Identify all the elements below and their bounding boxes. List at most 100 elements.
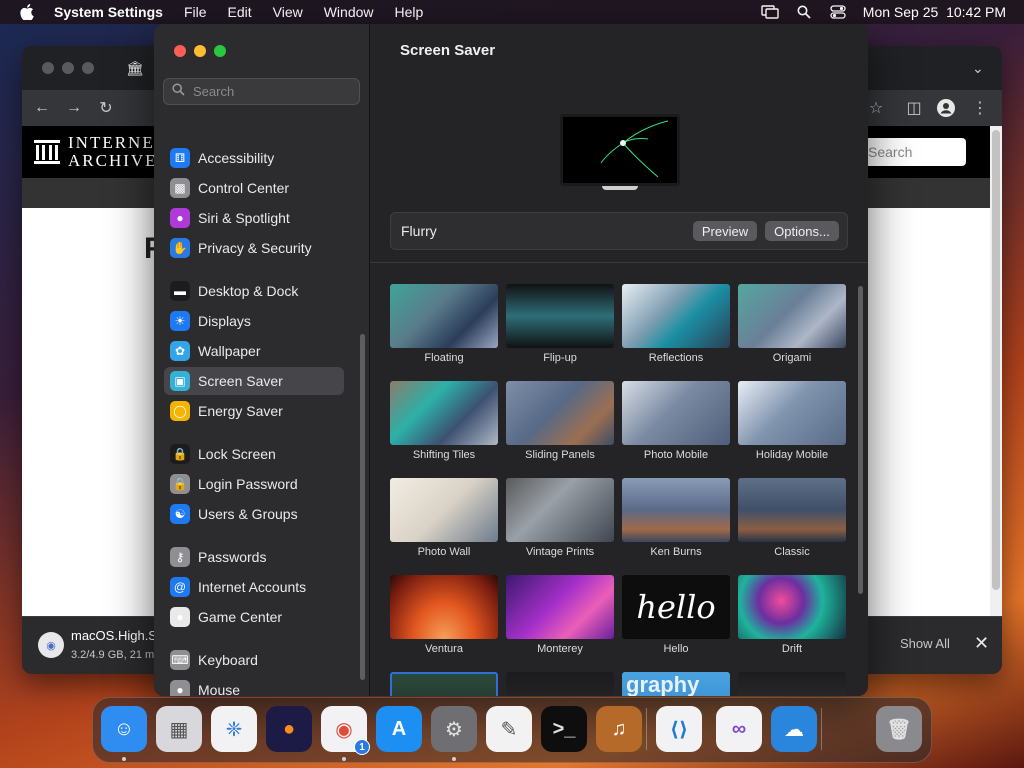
chrome-icon[interactable]: ◉ 1 bbox=[321, 706, 370, 755]
sidebar-item-passwords[interactable]: ⚷ Passwords bbox=[164, 543, 344, 571]
sidebar-item-screen-saver[interactable]: ▣ Screen Saver bbox=[164, 367, 344, 395]
screen-saver-tile-partial[interactable] bbox=[506, 672, 614, 696]
reload-icon[interactable]: ↻ bbox=[96, 98, 116, 118]
sidebar-item-siri-spotlight[interactable]: ● Siri & Spotlight bbox=[164, 204, 344, 232]
safari-icon[interactable]: ❈ bbox=[211, 706, 257, 752]
close-download-shelf-icon[interactable]: ✕ bbox=[974, 633, 989, 654]
download-filename[interactable]: macOS.High.S bbox=[71, 628, 157, 643]
launchpad-icon[interactable]: ▦ bbox=[156, 706, 202, 752]
screen-mirroring-icon[interactable] bbox=[761, 3, 779, 21]
search-icon bbox=[172, 82, 185, 101]
sidebar-item-mouse[interactable]: ● Mouse bbox=[164, 676, 344, 696]
screen-saver-tile-monterey[interactable]: Monterey bbox=[506, 575, 614, 655]
guitar-icon[interactable]: ♫ bbox=[596, 706, 642, 752]
screen-saver-tile-partial[interactable] bbox=[390, 672, 498, 696]
sidebar-scrollbar[interactable] bbox=[360, 334, 365, 680]
search-input[interactable] bbox=[193, 84, 343, 99]
trash-icon[interactable]: 🗑 bbox=[876, 706, 922, 752]
screen-saver-tile-origami[interactable]: Origami bbox=[738, 284, 846, 364]
screen-saver-tile-drift[interactable]: Drift bbox=[738, 575, 846, 655]
grid-scrollbar[interactable] bbox=[858, 286, 863, 594]
sidebar-item-users-groups[interactable]: ☯ Users & Groups bbox=[164, 500, 344, 528]
screen-saver-tile-shifting-tiles[interactable]: Shifting Tiles bbox=[390, 381, 498, 461]
screen-saver-tile-photo-wall[interactable]: Photo Wall bbox=[390, 478, 498, 558]
help-menu[interactable]: Help bbox=[395, 4, 424, 20]
sidebar-item-privacy-security[interactable]: ✋ Privacy & Security bbox=[164, 234, 344, 262]
disk-image-icon: ◉ bbox=[38, 632, 64, 658]
screen-saver-tile-floating[interactable]: Floating bbox=[390, 284, 498, 364]
screen-saver-tile-partial[interactable] bbox=[738, 672, 846, 696]
app-menu[interactable]: System Settings bbox=[54, 4, 163, 20]
screen-saver-tile-ventura[interactable]: Ventura bbox=[390, 575, 498, 655]
screen-saver-tile-partial[interactable]: graphy bbox=[622, 672, 730, 696]
screen-saver-tile-hello[interactable]: hello Hello bbox=[622, 575, 730, 655]
archive-tab-icon[interactable]: 🏛 bbox=[126, 60, 144, 77]
sidebar-item-game-center[interactable]: ● Game Center bbox=[164, 603, 344, 631]
screen-saver-tile-photo-mobile[interactable]: Photo Mobile bbox=[622, 381, 730, 461]
lightbulb-icon: ◯ bbox=[170, 401, 190, 421]
gear-icon[interactable]: ⚙ bbox=[431, 706, 477, 752]
spotlight-search-icon[interactable] bbox=[795, 3, 813, 21]
vscode-icon[interactable]: ⟨⟩ bbox=[656, 706, 702, 752]
screen-saver-thumbnail bbox=[390, 575, 498, 639]
profile-avatar-icon[interactable] bbox=[936, 98, 956, 118]
file-menu[interactable]: File bbox=[184, 4, 207, 20]
browser-close-button[interactable] bbox=[42, 62, 54, 74]
zoom-window-button[interactable] bbox=[214, 45, 226, 57]
finder-icon[interactable]: ☺ bbox=[101, 706, 147, 752]
sidebar-item-control-center[interactable]: ▩ Control Center bbox=[164, 174, 344, 202]
sidebar-item-energy-saver[interactable]: ◯ Energy Saver bbox=[164, 397, 344, 425]
window-menu[interactable]: Window bbox=[324, 4, 374, 20]
settings-search-field[interactable] bbox=[163, 78, 360, 105]
flower-icon: ✿ bbox=[170, 341, 190, 361]
tab-list-chevron-icon[interactable]: ⌄ bbox=[972, 60, 984, 77]
screen-saver-tile-classic[interactable]: Classic bbox=[738, 478, 846, 558]
screen-saver-tile-vintage-prints[interactable]: Vintage Prints bbox=[506, 478, 614, 558]
sidebar-item-displays[interactable]: ☀ Displays bbox=[164, 307, 344, 335]
sidebar-item-keyboard[interactable]: ⌨ Keyboard bbox=[164, 646, 344, 674]
screen-saver-tile-flip-up[interactable]: Flip-up bbox=[506, 284, 614, 364]
screen-saver-preview-display[interactable] bbox=[560, 114, 680, 186]
control-center-icon[interactable] bbox=[829, 3, 847, 21]
archive-search-input[interactable]: Search bbox=[862, 138, 966, 166]
sidebar-item-wallpaper[interactable]: ✿ Wallpaper bbox=[164, 337, 344, 365]
terminal-icon[interactable]: >_ bbox=[541, 706, 587, 752]
bookmark-star-icon[interactable]: ☆ bbox=[866, 98, 886, 118]
browser-scroll-thumb[interactable] bbox=[992, 130, 1000, 590]
screen-saver-label: Floating bbox=[424, 352, 464, 364]
screen-saver-tile-reflections[interactable]: Reflections bbox=[622, 284, 730, 364]
options-button[interactable]: Options... bbox=[765, 221, 839, 241]
apple-menu-icon[interactable] bbox=[18, 3, 36, 21]
settings-sidebar: ⚅ Accessibility ▩ Control Center ● Siri & Spo… bbox=[154, 24, 370, 696]
weather-icon[interactable]: ☁ bbox=[771, 706, 817, 752]
back-arrow-icon[interactable]: ← bbox=[32, 98, 52, 118]
forward-arrow-icon[interactable]: → bbox=[64, 98, 84, 118]
sidebar-item-lock-screen[interactable]: 🔒 Lock Screen bbox=[164, 440, 344, 468]
show-all-downloads-button[interactable]: Show All bbox=[900, 636, 950, 651]
archive-logo-icon[interactable] bbox=[32, 138, 62, 166]
view-menu[interactable]: View bbox=[273, 4, 303, 20]
sidebar-item-internet-accounts[interactable]: @ Internet Accounts bbox=[164, 573, 344, 601]
screen-saver-label: Ken Burns bbox=[650, 546, 702, 558]
edit-menu[interactable]: Edit bbox=[228, 4, 252, 20]
visual-studio-icon[interactable]: ∞ bbox=[716, 706, 762, 752]
minimize-window-button[interactable] bbox=[194, 45, 206, 57]
sidebar-item-accessibility[interactable]: ⚅ Accessibility bbox=[164, 144, 344, 172]
preview-button[interactable]: Preview bbox=[693, 221, 757, 241]
menu-bar-clock[interactable]: Mon Sep 25 10:42 PM bbox=[863, 4, 1006, 20]
app-store-icon[interactable]: A bbox=[376, 706, 422, 752]
browser-minimize-button[interactable] bbox=[62, 62, 74, 74]
sidebar-item-desktop-dock[interactable]: ▬ Desktop & Dock bbox=[164, 277, 344, 305]
screen-saver-tile-ken-burns[interactable]: Ken Burns bbox=[622, 478, 730, 558]
browser-zoom-button[interactable] bbox=[82, 62, 94, 74]
screen-saver-tile-holiday-mobile[interactable]: Holiday Mobile bbox=[738, 381, 846, 461]
sidebar-item-login-password[interactable]: 🔒 Login Password bbox=[164, 470, 344, 498]
side-panel-icon[interactable]: ◫ bbox=[904, 98, 924, 118]
textedit-icon[interactable]: ✎ bbox=[486, 706, 532, 752]
sidebar-item-label: Siri & Spotlight bbox=[198, 210, 290, 226]
close-window-button[interactable] bbox=[174, 45, 186, 57]
screen-saver-tile-sliding-panels[interactable]: Sliding Panels bbox=[506, 381, 614, 461]
screen-saver-label: Sliding Panels bbox=[525, 449, 595, 461]
firefox-icon[interactable]: ● bbox=[266, 706, 312, 752]
browser-menu-icon[interactable]: ⋮ bbox=[970, 98, 990, 118]
